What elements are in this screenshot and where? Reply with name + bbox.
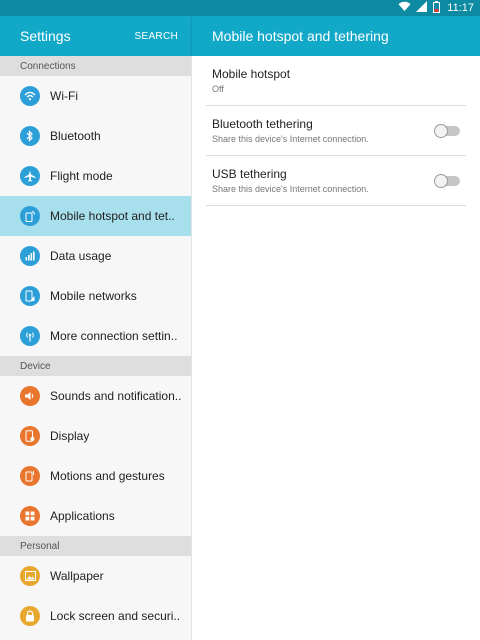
sidebar-item-data-usage[interactable]: Data usage [0, 236, 191, 276]
mobile-networks-icon [20, 286, 40, 306]
page-title: Mobile hotspot and tethering [192, 16, 480, 56]
settings-header: Settings SEARCH [0, 16, 192, 56]
sidebar-item-motions-gestures[interactable]: Motions and gestures [0, 456, 191, 496]
wallpaper-icon [20, 566, 40, 586]
battery-icon [433, 0, 441, 16]
bluetooth-tethering-toggle[interactable] [434, 123, 460, 138]
sidebar-item-label: Flight mode [50, 169, 113, 183]
mobile-hotspot-row[interactable]: Mobile hotspot Off [206, 56, 466, 106]
sidebar-item-wallpaper[interactable]: Wallpaper [0, 556, 191, 596]
signal-icon [416, 1, 428, 15]
data-usage-icon [20, 246, 40, 266]
sidebar-item-applications[interactable]: Applications [0, 496, 191, 536]
sidebar-item-more-connection-settings[interactable]: More connection settin.. [0, 316, 191, 356]
sidebar-item-sounds[interactable]: Sounds and notification.. [0, 376, 191, 416]
sidebar-item-label: Data usage [50, 249, 112, 263]
sidebar-item-label: Display [50, 429, 90, 443]
sidebar-item-mobile-networks[interactable]: Mobile networks [0, 276, 191, 316]
row-subtitle: Share this device's Internet connection. [212, 184, 369, 194]
sidebar-item-display[interactable]: Display [0, 416, 191, 456]
sidebar-item-label: Lock screen and securi.. [50, 609, 181, 623]
sidebar-item-label: Wallpaper [50, 569, 104, 583]
hotspot-icon [20, 206, 40, 226]
row-title: Bluetooth tethering [212, 117, 313, 131]
toggle-knob [434, 173, 448, 188]
display-icon [20, 426, 40, 446]
sidebar-item-label: More connection settin.. [50, 329, 178, 343]
more-connection-icon [20, 326, 40, 346]
sidebar-item-wifi[interactable]: Wi-Fi [0, 76, 191, 116]
bluetooth-tethering-row[interactable]: Bluetooth tethering Share this device's … [206, 106, 466, 156]
applications-icon [20, 506, 40, 526]
sidebar-item-label: Mobile networks [50, 289, 137, 303]
sidebar-item-bluetooth[interactable]: Bluetooth [0, 116, 191, 156]
wifi-icon [20, 86, 40, 106]
sidebar-item-lock-screen[interactable]: Lock screen and securi.. [0, 596, 191, 636]
sidebar-item-label: Mobile hotspot and tet.. [50, 209, 175, 223]
row-subtitle: Share this device's Internet connection. [212, 134, 369, 144]
sidebar-item-label: Motions and gestures [50, 469, 165, 483]
section-header-connections: Connections [0, 56, 191, 76]
airplane-icon [20, 166, 40, 186]
usb-tethering-row[interactable]: USB tethering Share this device's Intern… [206, 156, 466, 206]
toggle-knob [434, 123, 448, 138]
section-header-device: Device [0, 356, 191, 376]
sidebar-item-label: Bluetooth [50, 129, 101, 143]
bluetooth-icon [20, 126, 40, 146]
wifi-icon [398, 1, 411, 15]
row-subtitle: Off [212, 84, 224, 94]
section-header-personal: Personal [0, 536, 191, 556]
row-title: USB tethering [212, 167, 287, 181]
status-bar: 11:17 [0, 0, 480, 16]
motion-icon [20, 466, 40, 486]
sidebar-item-label: Sounds and notification.. [50, 389, 182, 403]
sidebar-item-label: Applications [50, 509, 115, 523]
lock-icon [20, 606, 40, 626]
sidebar-item-label: Wi-Fi [50, 89, 78, 103]
usb-tethering-toggle[interactable] [434, 173, 460, 188]
app-header: Settings SEARCH Mobile hotspot and tethe… [0, 16, 480, 56]
search-button[interactable]: SEARCH [135, 31, 178, 42]
row-title: Mobile hotspot [212, 67, 291, 81]
sound-icon [20, 386, 40, 406]
clock: 11:17 [447, 2, 474, 14]
hotspot-settings-panel: Mobile hotspot Off Bluetooth tethering S… [192, 56, 480, 640]
sidebar-item-mobile-hotspot[interactable]: Mobile hotspot and tet.. [0, 196, 191, 236]
settings-title: Settings [20, 28, 71, 44]
sidebar-item-flight-mode[interactable]: Flight mode [0, 156, 191, 196]
settings-sidebar: Connections Wi-Fi Bluetooth Flight mode … [0, 56, 192, 640]
